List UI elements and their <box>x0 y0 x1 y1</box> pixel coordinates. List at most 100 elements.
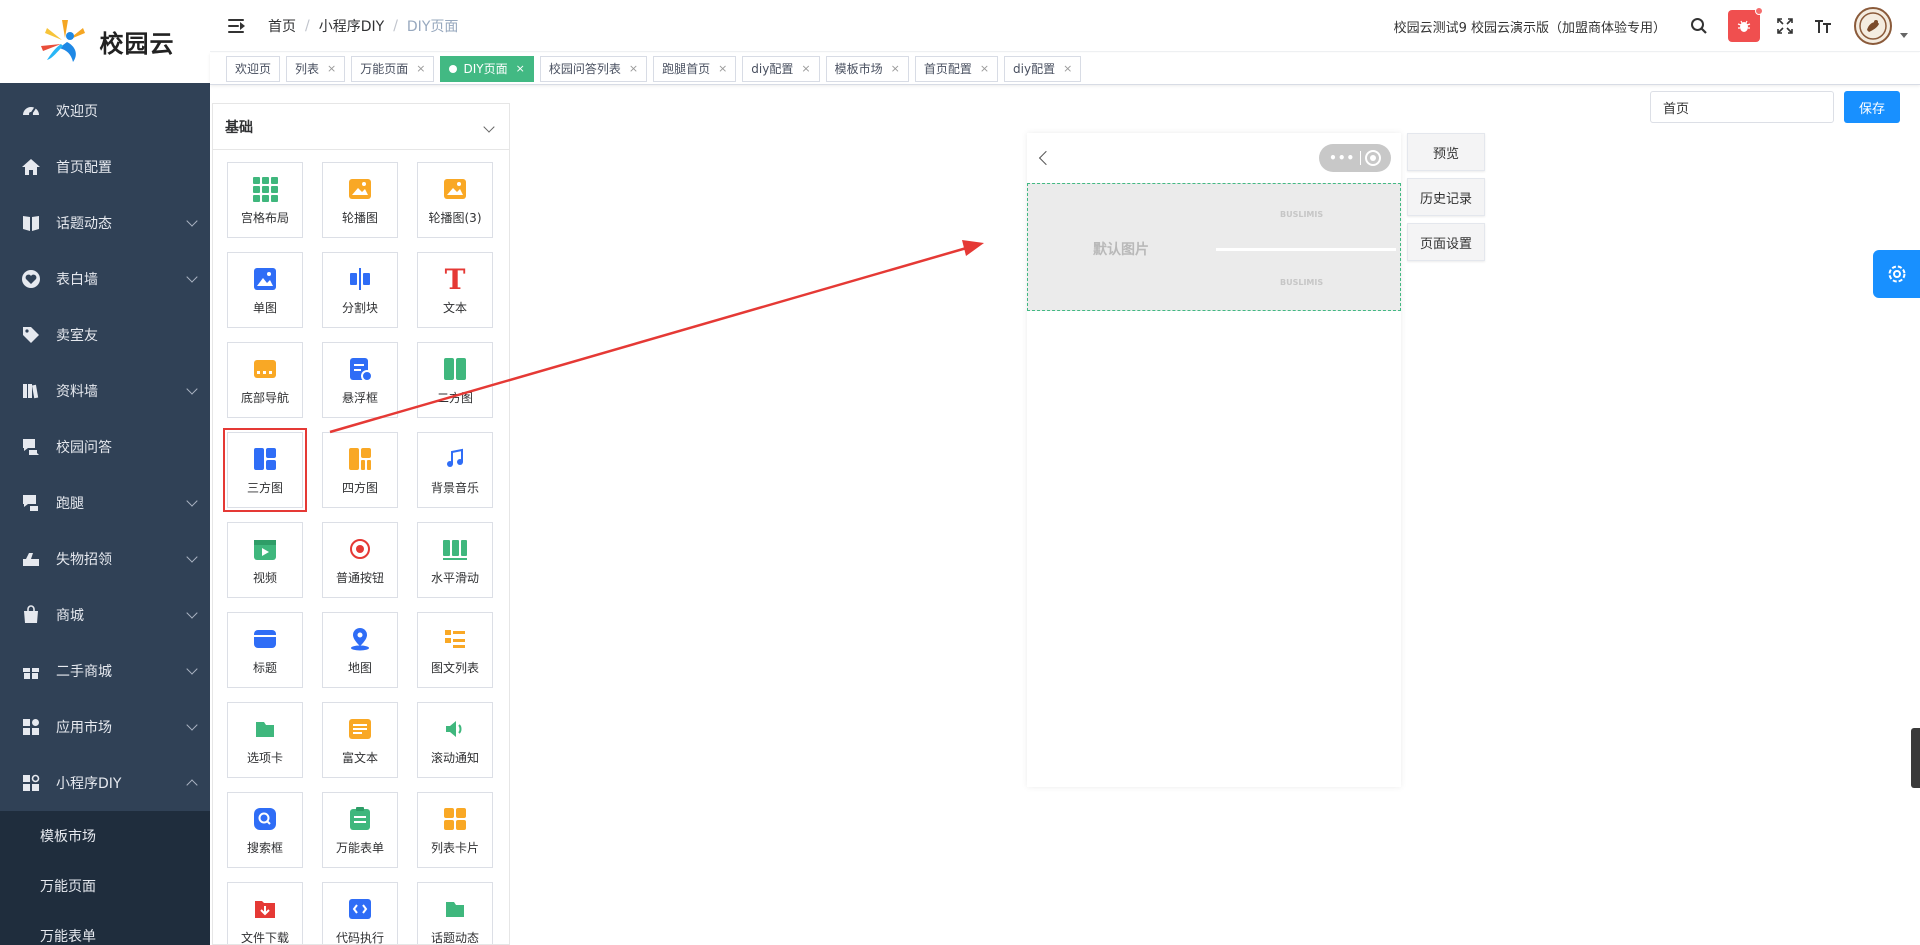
history-button[interactable]: 历史记录 <box>1407 178 1485 216</box>
component-topic[interactable]: 话题动态 <box>417 882 493 944</box>
close-icon[interactable]: × <box>980 62 989 75</box>
close-icon[interactable]: × <box>718 62 727 75</box>
download-icon <box>251 895 279 923</box>
save-button[interactable]: 保存 <box>1844 91 1900 123</box>
component-divider[interactable]: 分割块 <box>322 252 398 328</box>
card-icon <box>441 805 469 833</box>
component-text[interactable]: T 文本 <box>417 252 493 328</box>
header-actions: 校园云测试9 校园云演示版（加盟商体验专用） <box>1394 0 1920 52</box>
sidebar-item-home-config[interactable]: 首页配置 <box>0 139 210 195</box>
sidebar-item-welcome[interactable]: 欢迎页 <box>0 83 210 139</box>
component-list[interactable]: 图文列表 <box>417 612 493 688</box>
bug-report-button[interactable] <box>1728 7 1763 42</box>
component-code[interactable]: 代码执行 <box>322 882 398 944</box>
dashboard-icon <box>20 100 42 122</box>
sidebar-subitem-universal-page[interactable]: 万能页面 <box>0 861 210 911</box>
component-float[interactable]: 悬浮框 <box>322 342 398 418</box>
search-icon[interactable] <box>1682 9 1716 43</box>
page-select[interactable]: 首页 <box>1650 91 1834 123</box>
sidebar-item-errand[interactable]: 跑腿 <box>0 475 210 531</box>
close-icon[interactable]: × <box>1063 62 1072 75</box>
component-bottom-nav[interactable]: 底部导航 <box>227 342 303 418</box>
sidebar-subitem-template-market[interactable]: 模板市场 <box>0 811 210 861</box>
component-grid[interactable]: 宫格布局 <box>227 162 303 238</box>
component-download[interactable]: 文件下载 <box>227 882 303 944</box>
close-icon[interactable]: × <box>891 62 900 75</box>
component-three-image[interactable]: 三方图 <box>223 428 307 512</box>
tag-diy-page[interactable]: DIY页面 × <box>440 55 534 82</box>
float-icon <box>346 355 374 383</box>
sidebar-item-shop[interactable]: 商城 <box>0 587 210 643</box>
close-icon[interactable]: × <box>516 62 525 75</box>
breadcrumb-home[interactable]: 首页 <box>268 16 296 36</box>
settings-fab[interactable] <box>1873 250 1920 298</box>
component-image[interactable]: 单图 <box>227 252 303 328</box>
component-title[interactable]: 标题 <box>227 612 303 688</box>
banner-placeholder[interactable]: 默认图片 BUSLIMIS BUSLIMIS <box>1027 183 1401 311</box>
component-label: 轮播图(3) <box>428 210 482 225</box>
chevron-down-icon <box>186 495 198 507</box>
component-two-image[interactable]: 二方图 <box>417 342 493 418</box>
tag-label: 模板市场 <box>834 62 883 76</box>
component-notice[interactable]: 滚动通知 <box>417 702 493 778</box>
component-video[interactable]: 视频 <box>227 522 303 598</box>
component-slider[interactable]: 水平滑动 <box>417 522 493 598</box>
sidebar-item-topics[interactable]: 话题动态 <box>0 195 210 251</box>
component-four-image[interactable]: 四方图 <box>322 432 398 508</box>
sidebar-item-label: 校园问答 <box>56 440 112 456</box>
tag-campus-qa-list[interactable]: 校园问答列表 × <box>539 55 648 82</box>
four-image-icon <box>346 445 374 473</box>
close-icon[interactable]: × <box>327 62 336 75</box>
component-form[interactable]: 万能表单 <box>322 792 398 868</box>
preview-button[interactable]: 预览 <box>1407 133 1485 171</box>
mini-program-capsule: ••• <box>1319 144 1391 172</box>
page-settings-button[interactable]: 页面设置 <box>1407 223 1485 261</box>
component-label: 四方图 <box>341 480 378 495</box>
tag-diy-config[interactable]: diy配置 × <box>742 55 820 82</box>
font-size-icon[interactable] <box>1806 9 1840 43</box>
component-search-box[interactable]: 搜索框 <box>227 792 303 868</box>
sidebar-item-second-hand[interactable]: 二手商城 <box>0 643 210 699</box>
user-menu-caret-icon[interactable] <box>1900 32 1908 38</box>
component-carousel3[interactable]: 轮播图(3) <box>417 162 493 238</box>
sidebar-item-lost-found[interactable]: 失物招领 <box>0 531 210 587</box>
logo[interactable]: 校园云 <box>0 0 210 83</box>
sidebar-item-sell-roommate[interactable]: 卖室友 <box>0 307 210 363</box>
sidebar-item-app-market[interactable]: 应用市场 <box>0 699 210 755</box>
sidebar: 校园云 欢迎页 首页配置 话题动态 表白墙 卖室友 资料墙 校园问答 跑腿 失物… <box>0 0 210 945</box>
close-icon[interactable]: × <box>629 62 638 75</box>
sidebar-item-materials[interactable]: 资料墙 <box>0 363 210 419</box>
sidebar-subitem-universal-form[interactable]: 万能表单 <box>0 911 210 945</box>
edge-widget[interactable] <box>1911 728 1920 788</box>
chevron-down-icon <box>186 719 198 731</box>
sidebar-item-campus-qa[interactable]: 校园问答 <box>0 419 210 475</box>
component-map[interactable]: 地图 <box>322 612 398 688</box>
tag-label: 跑腿首页 <box>662 62 711 76</box>
tag-home-config[interactable]: 首页配置 × <box>914 55 999 82</box>
tag-diy-config-2[interactable]: diy配置 × <box>1004 55 1082 82</box>
sidebar-item-confession-wall[interactable]: 表白墙 <box>0 251 210 307</box>
component-carousel[interactable]: 轮播图 <box>322 162 398 238</box>
tag-list[interactable]: 列表 × <box>286 55 346 82</box>
tag-welcome[interactable]: 欢迎页 <box>226 55 281 82</box>
component-music[interactable]: 背景音乐 <box>417 432 493 508</box>
close-icon[interactable]: × <box>801 62 810 75</box>
richtext-icon <box>346 715 374 743</box>
tag-errand-home[interactable]: 跑腿首页 × <box>653 55 737 82</box>
fullscreen-icon[interactable] <box>1768 9 1802 43</box>
tag-universal-page[interactable]: 万能页面 × <box>351 55 435 82</box>
component-label: 视频 <box>252 570 277 585</box>
avatar[interactable] <box>1854 7 1892 45</box>
sidebar-item-mini-program-diy[interactable]: 小程序DIY <box>0 755 210 811</box>
component-richtext[interactable]: 富文本 <box>322 702 398 778</box>
component-button[interactable]: 普通按钮 <box>322 522 398 598</box>
breadcrumb-diy[interactable]: 小程序DIY <box>319 16 384 36</box>
close-icon[interactable]: × <box>416 62 425 75</box>
component-section-header[interactable]: 基础 <box>213 104 509 150</box>
component-grid: 宫格布局 轮播图 轮播图(3) 单图 分割块 T 文本底部导航 悬浮框 二方图三方图 四方图 背景音… <box>213 150 509 944</box>
component-tabs[interactable]: 选项卡 <box>227 702 303 778</box>
grid-icon <box>251 175 279 203</box>
component-card[interactable]: 列表卡片 <box>417 792 493 868</box>
tag-template-market[interactable]: 模板市场 × <box>825 55 909 82</box>
hamburger-icon[interactable] <box>228 18 246 34</box>
